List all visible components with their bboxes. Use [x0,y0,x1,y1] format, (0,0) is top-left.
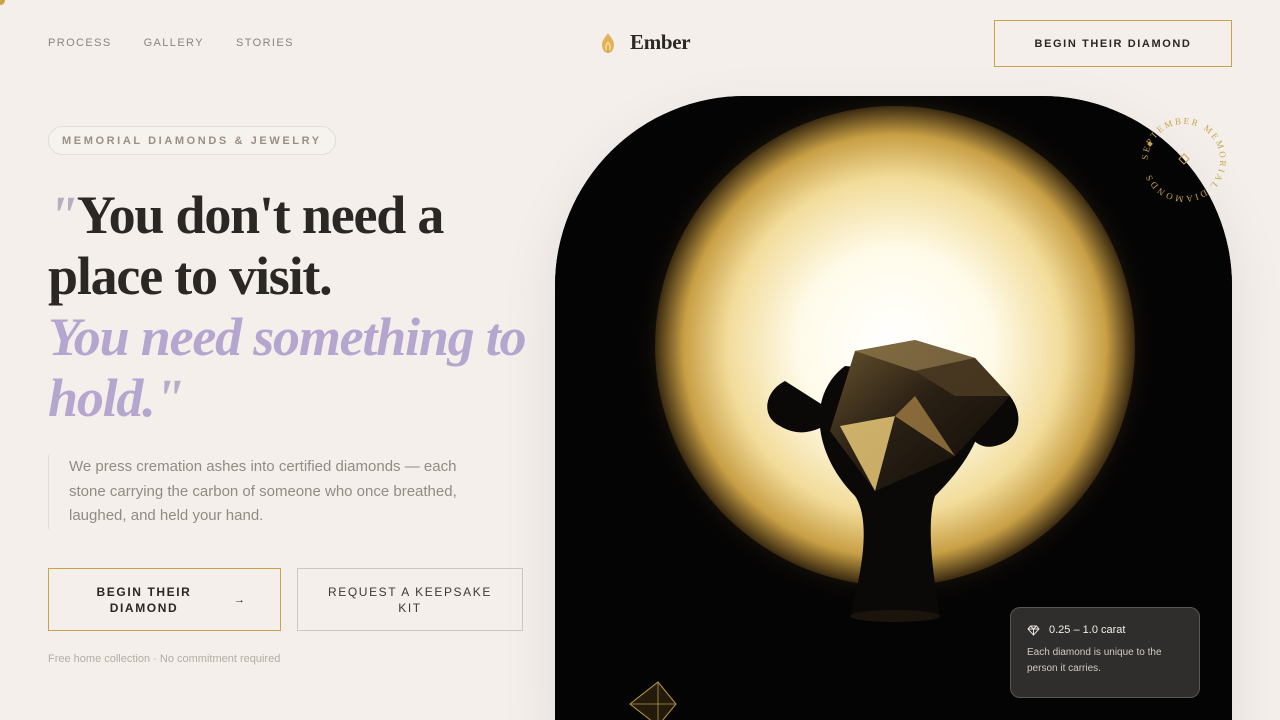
memorial-seal: SEPTEMBER MEMORIAL DIAMONDS [1140,116,1228,204]
nav-link-gallery[interactable]: GALLERY [144,37,204,49]
hero-fineprint: Free home collection · No commitment req… [48,653,281,665]
carat-description: Each diamond is unique to the person it … [1027,647,1162,674]
carat-info-card: 0.25 – 1.0 carat Each diamond is unique … [1010,607,1200,698]
headline-quote-close: " [154,368,185,428]
headline-quote-open: " [48,185,78,245]
flame-icon [602,32,614,53]
nav-begin-diamond-button[interactable]: BEGIN THEIR DIAMOND [994,20,1232,67]
begin-diamond-label: BEGIN THEIR DIAMOND [96,584,192,615]
diamond-icon [1027,625,1040,636]
brand-logo[interactable]: Ember [598,30,691,55]
nav-link-process[interactable]: PROCESS [48,37,112,49]
request-keepsake-kit-label: REQUEST A KEEPSAKE KIT [328,584,492,615]
headline-line-1: You don't need a [76,185,445,245]
category-badge: MEMORIAL DIAMONDS & JEWELRY [48,126,336,155]
seal-diamond-icon [1178,153,1190,165]
arrow-right-icon: → [234,593,245,606]
request-keepsake-kit-button[interactable]: REQUEST A KEEPSAKE KIT [297,568,523,631]
headline-accent-line-2: hold. [48,368,156,428]
headline-line-2: place to visit. [48,246,333,306]
seal-text: SEPTEMBER MEMORIAL DIAMONDS [1140,116,1228,204]
hero-intro: We press cremation ashes into certified … [48,455,468,529]
carat-range: 0.25 – 1.0 carat [1049,624,1126,636]
brand-name: Ember [630,30,691,54]
nav-link-stories[interactable]: STORIES [236,37,294,49]
headline-accent-line-1: You need something to [48,307,527,367]
nav-links: PROCESS GALLERY STORIES [48,37,294,49]
top-nav: PROCESS GALLERY STORIES Ember BEGIN THEI… [0,0,1280,86]
carat-row: 0.25 – 1.0 carat [1027,624,1183,636]
gem-outline-icon [629,681,677,720]
hero-headline: "You don't need a place to visit. You ne… [48,185,548,429]
begin-diamond-button[interactable]: BEGIN THEIR DIAMOND → [48,568,281,631]
